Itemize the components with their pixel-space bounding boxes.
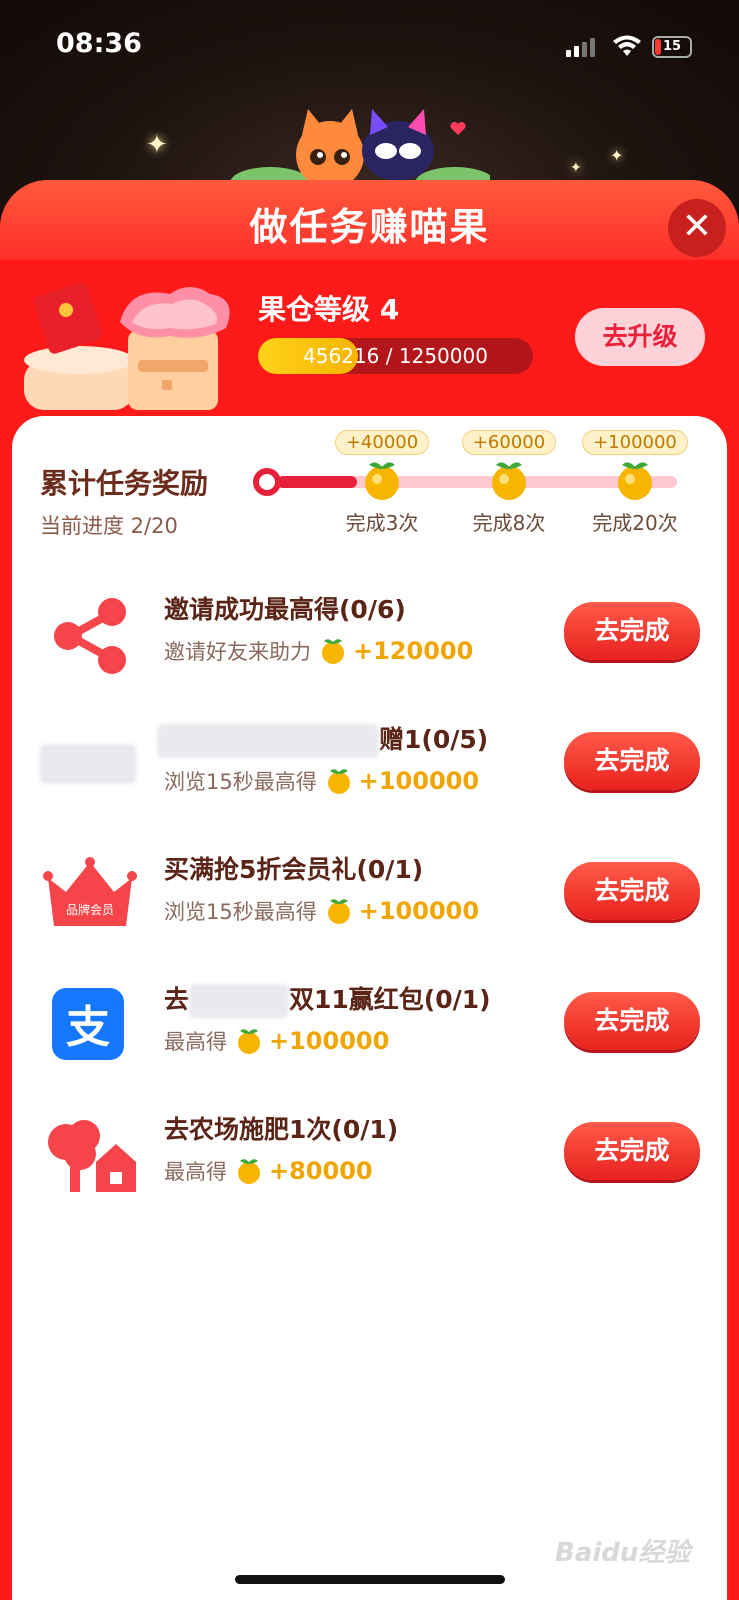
task-go-button[interactable]: 去完成 [564, 1122, 700, 1180]
task-card: 累计任务奖励 当前进度 2/20 +40000 完成3次 +60000 完成8次… [12, 416, 727, 1600]
task-desc-text: 最高得 [164, 1030, 227, 1054]
task-reward-amount: +120000 [353, 637, 474, 665]
task-description: 最高得 +100000 [164, 1026, 389, 1056]
task-title-prefix: 去 [164, 985, 190, 1014]
task-title: 买满抢5折会员礼(0/1) [164, 855, 424, 884]
status-bar: 08:36 15 [0, 0, 739, 90]
blurred-title-text [157, 724, 379, 758]
task-title: 赠1(0/5) [157, 720, 488, 758]
task-row-browse-brand: 赠1(0/5) 浏览15秒最高得 +100000 去完成 [12, 716, 727, 826]
milestone-label: 完成8次 [472, 511, 546, 535]
golden-fruit-icon [238, 1159, 260, 1184]
cellular-signal-icon [566, 38, 595, 57]
task-row-alipay: 支 去 双11赢红包(0/1) 最高得 +100000 去完成 [12, 976, 727, 1086]
blurred-brand-icon [40, 726, 140, 806]
task-desc-text: 浏览15秒最高得 [164, 900, 317, 924]
golden-fruit-icon [492, 462, 526, 500]
task-title-suffix: 双11赢红包(0/1) [289, 985, 491, 1014]
blurred-title-text [189, 984, 290, 1018]
home-indicator[interactable] [235, 1575, 505, 1584]
alipay-icon: 支 [52, 988, 124, 1060]
golden-fruit-icon [327, 899, 350, 924]
level-progress-text: 456216 / 1250000 [303, 344, 488, 368]
task-modal: 做任务赚喵果 ✕ 果仓等级 4 456216 / 1250000 去升级 累计任… [0, 180, 739, 1600]
task-title: 去 双11赢红包(0/1) [164, 980, 491, 1018]
task-description: 浏览15秒最高得 +100000 [164, 766, 479, 796]
wifi-icon [613, 35, 641, 56]
task-row-brand-member: 品牌会员 买满抢5折会员礼(0/1) 浏览15秒最高得 +100000 去完成 [12, 846, 727, 956]
share-icon [54, 598, 126, 674]
milestone-start-dot [253, 468, 281, 496]
task-row-invite: 邀请成功最高得(0/6) 邀请好友来助力 +120000 去完成 [12, 586, 727, 696]
milestone-label: 完成3次 [345, 511, 419, 535]
task-description: 浏览15秒最高得 +100000 [164, 896, 479, 926]
golden-fruit-icon [238, 1029, 260, 1054]
farm-tree-house-icon [48, 1120, 136, 1192]
milestone-8[interactable]: +60000 完成8次 [454, 430, 564, 536]
task-reward-amount: +100000 [269, 1027, 390, 1055]
task-row-farm: 去农场施肥1次(0/1) 最高得 +80000 去完成 [12, 1106, 727, 1216]
level-progress-bar: 456216 / 1250000 [258, 338, 533, 374]
task-desc-text: 邀请好友来助力 [164, 640, 311, 664]
task-reward-amount: +100000 [358, 897, 480, 925]
modal-title: 做任务赚喵果 [249, 205, 490, 249]
milestone-label: 完成20次 [592, 511, 678, 535]
golden-fruit-icon [618, 462, 652, 500]
task-reward-amount: +80000 [269, 1157, 373, 1185]
task-reward-amount: +100000 [358, 767, 480, 795]
brand-member-crown-icon: 品牌会员 [43, 857, 137, 926]
golden-fruit-icon [322, 639, 344, 664]
task-go-button[interactable]: 去完成 [564, 862, 700, 920]
warehouse-level-section: 果仓等级 4 456216 / 1250000 去升级 [0, 260, 739, 420]
milestone-reward: +100000 [582, 430, 688, 455]
milestone-20[interactable]: +100000 完成20次 [580, 430, 690, 536]
task-title: 邀请成功最高得(0/6) [164, 595, 406, 624]
close-button[interactable]: ✕ [668, 199, 726, 257]
status-time: 08:36 [56, 28, 142, 59]
sparkle-icon: ✦ [610, 146, 624, 165]
sparkle-icon: ✦ [570, 160, 582, 176]
milestone-3[interactable]: +40000 完成3次 [327, 430, 437, 536]
task-desc-text: 最高得 [164, 1160, 227, 1184]
watermark: Baidu经验 [555, 1538, 691, 1568]
task-title-suffix: 赠1(0/5) [379, 725, 489, 754]
close-icon: ✕ [681, 206, 713, 247]
sparkle-icon: ✦ [146, 130, 168, 160]
warehouse-level-title: 果仓等级 4 [258, 293, 400, 326]
milestone-reward: +60000 [461, 430, 557, 455]
cumulative-progress-label: 当前进度 2/20 [40, 514, 178, 538]
battery-indicator: 15 [652, 36, 692, 58]
task-go-button[interactable]: 去完成 [564, 732, 700, 790]
task-description: 最高得 +80000 [164, 1156, 373, 1186]
golden-fruit-icon [327, 769, 350, 794]
golden-fruit-icon [365, 462, 399, 500]
upgrade-button[interactable]: 去升级 [575, 308, 705, 366]
milestone-reward: +40000 [334, 430, 430, 455]
task-description: 邀请好友来助力 +120000 [164, 636, 473, 666]
warehouse-illustration [24, 282, 230, 410]
mascot-illustration [230, 109, 490, 190]
crown-text: 品牌会员 [66, 903, 114, 917]
cumulative-reward-title: 累计任务奖励 [40, 467, 209, 500]
task-go-button[interactable]: 去完成 [564, 602, 700, 660]
task-title: 去农场施肥1次(0/1) [164, 1115, 399, 1144]
task-desc-text: 浏览15秒最高得 [164, 770, 317, 794]
task-go-button[interactable]: 去完成 [564, 992, 700, 1050]
alipay-glyph: 支 [66, 1002, 110, 1053]
